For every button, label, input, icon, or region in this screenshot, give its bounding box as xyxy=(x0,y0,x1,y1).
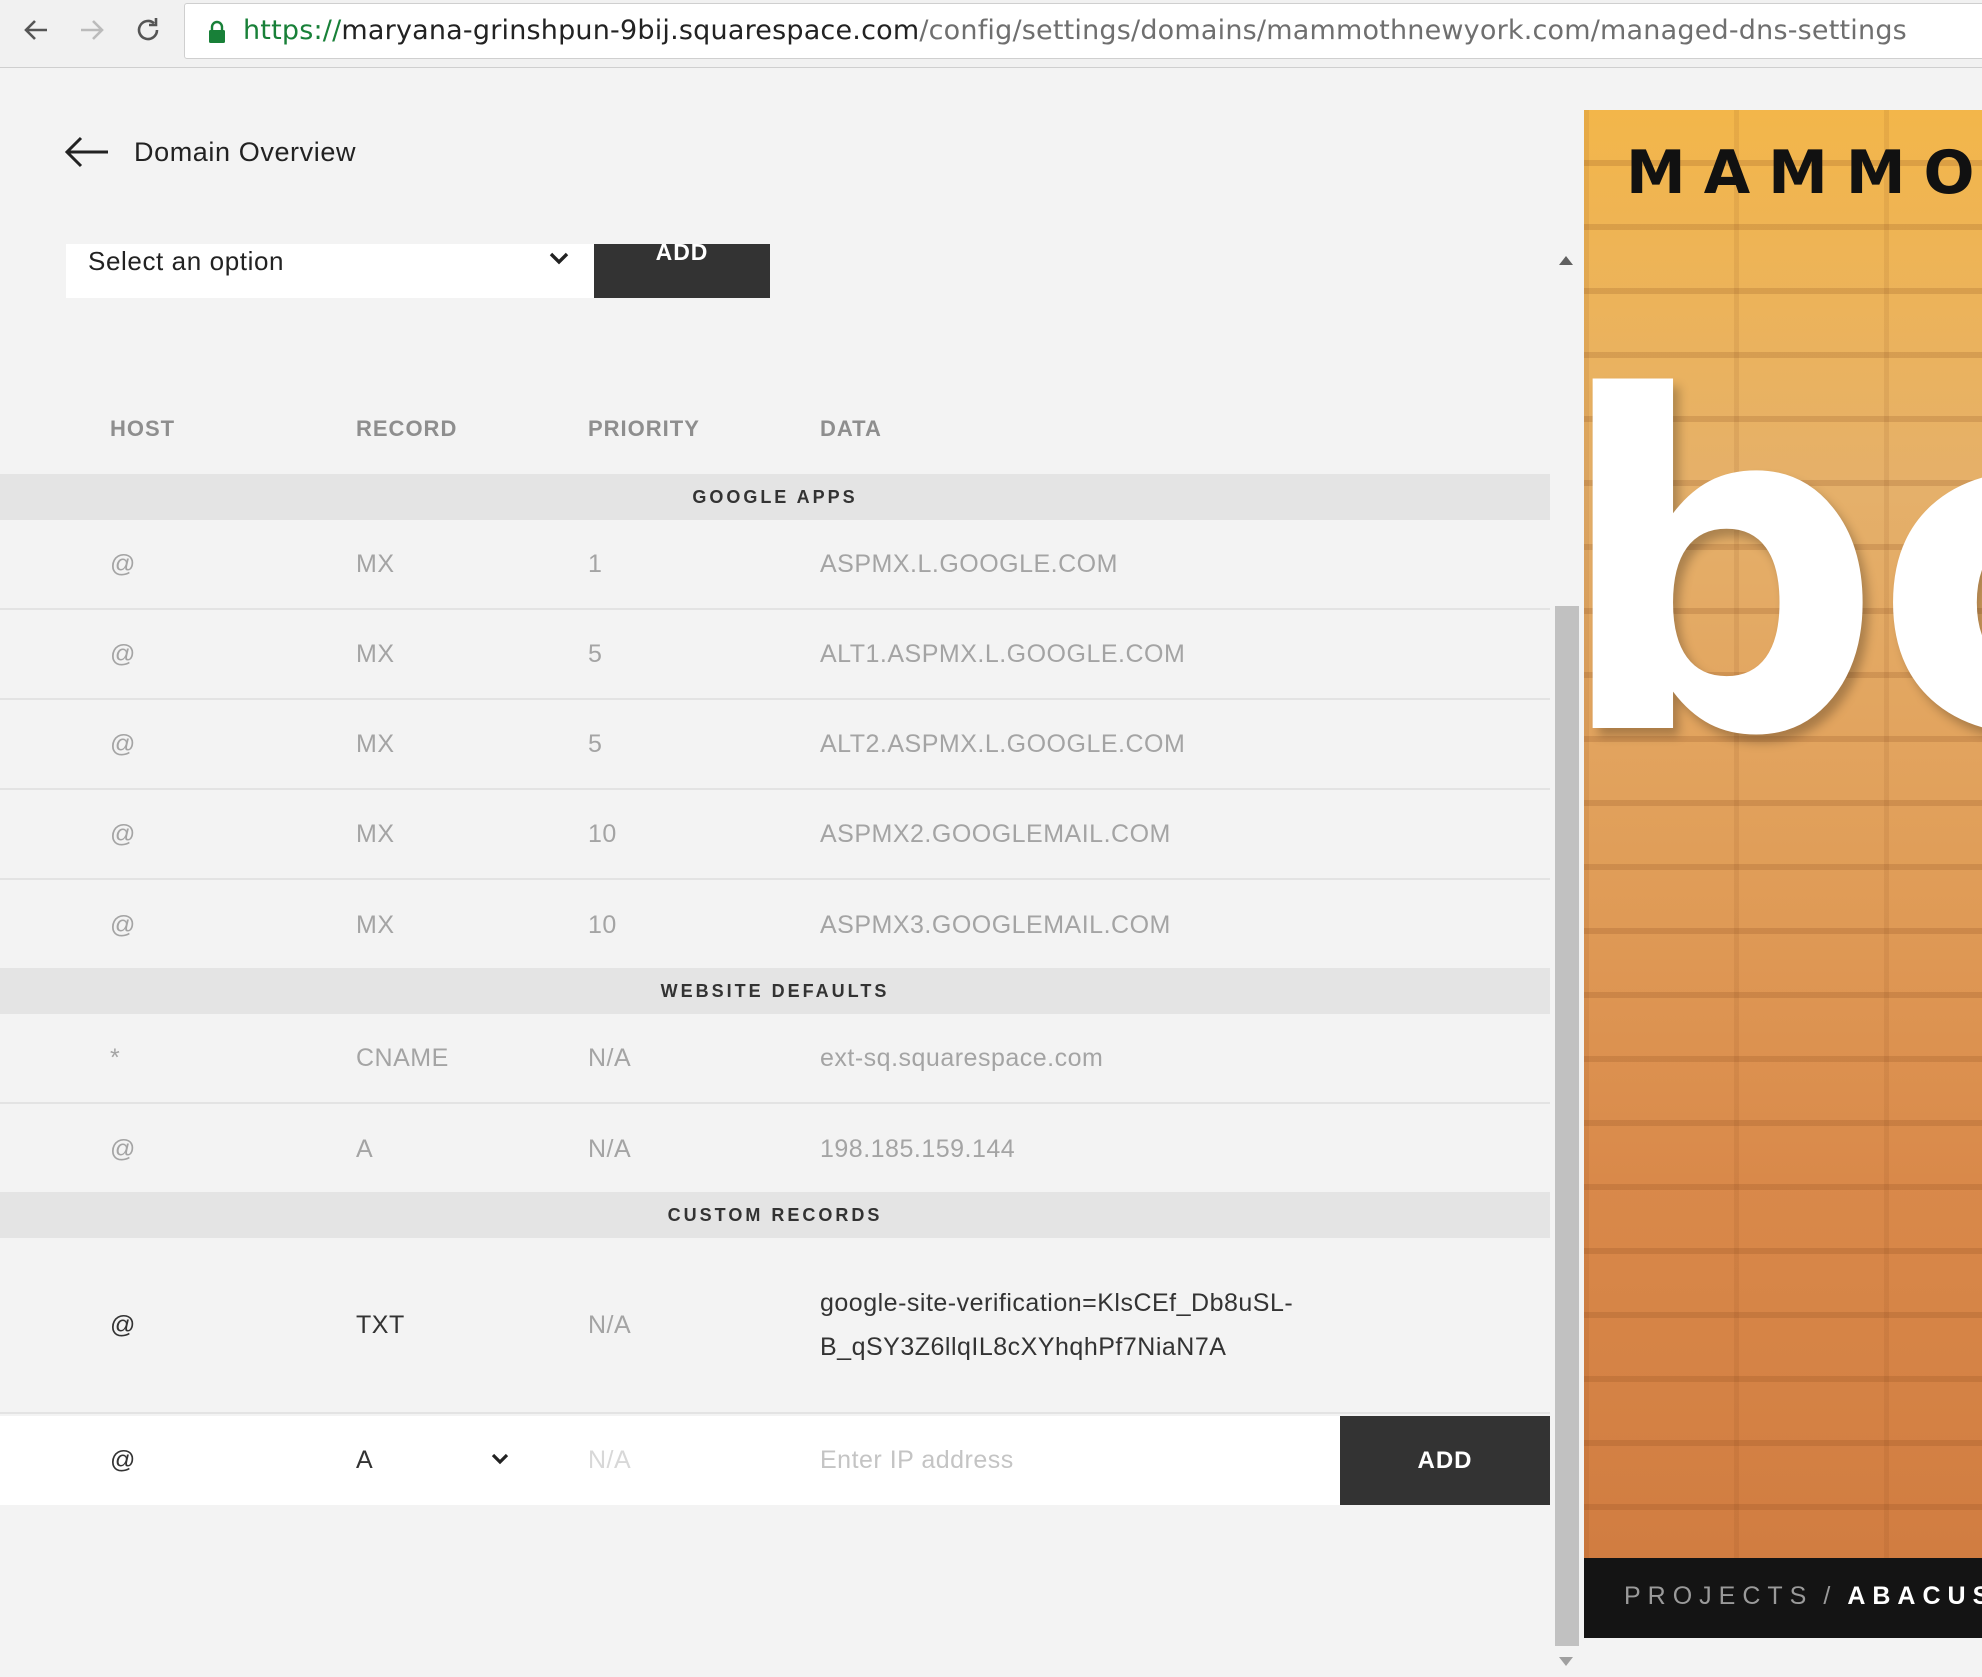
cell-data: ALT2.ASPMX.L.GOOGLE.COM xyxy=(820,729,1186,758)
domain-overview-link[interactable]: Domain Overview xyxy=(64,135,356,169)
cell-priority: 10 xyxy=(588,910,617,939)
cell-host: * xyxy=(110,1043,121,1072)
table-row[interactable]: @ A N/A 198.185.159.144 xyxy=(0,1104,1550,1194)
add-record-button[interactable]: ADD xyxy=(1340,1416,1550,1505)
breadcrumb-separator: / xyxy=(1823,1582,1838,1610)
cell-record: A xyxy=(356,1134,374,1163)
cell-priority: N/A xyxy=(588,1310,632,1339)
address-bar[interactable]: https://maryana-grinshpun-9bij.squarespa… xyxy=(184,3,1982,59)
cell-record: CNAME xyxy=(356,1043,449,1072)
cell-data: ALT1.ASPMX.L.GOOGLE.COM xyxy=(820,639,1186,668)
cell-host: @ xyxy=(110,729,136,758)
table-row[interactable]: * CNAME N/A ext-sq.squarespace.com xyxy=(0,1014,1550,1104)
browser-toolbar: https://maryana-grinshpun-9bij.squarespa… xyxy=(0,0,1982,68)
cell-record: MX xyxy=(356,819,395,848)
scroll-up-arrow-icon[interactable] xyxy=(1558,254,1574,266)
preset-select[interactable]: Select an option xyxy=(66,244,594,298)
section-google-apps: GOOGLE APPS xyxy=(0,474,1550,520)
cell-host: @ xyxy=(110,549,136,578)
arrow-left-icon xyxy=(64,136,108,168)
preview-breadcrumb: PROJECTS / ABACUS xyxy=(1624,1582,1982,1611)
cell-record: TXT xyxy=(356,1310,405,1339)
cell-host: @ xyxy=(110,1134,136,1163)
cell-record: MX xyxy=(356,910,395,939)
col-header-record: RECORD xyxy=(356,416,458,441)
cell-priority: 5 xyxy=(588,729,603,758)
section-website-defaults: WEBSITE DEFAULTS xyxy=(0,968,1550,1014)
url-text: https://maryana-grinshpun-9bij.squarespa… xyxy=(243,15,1907,46)
cell-priority: 1 xyxy=(588,549,603,578)
back-arrow-icon[interactable] xyxy=(14,8,58,52)
table-row[interactable]: @ MX 5 ALT1.ASPMX.L.GOOGLE.COM xyxy=(0,610,1550,700)
preset-select-value: Select an option xyxy=(88,246,285,276)
cell-host: @ xyxy=(110,1310,136,1339)
reload-icon[interactable] xyxy=(126,8,170,52)
site-logo-text: MAMMOT xyxy=(1626,138,1982,208)
sign-letters: bc xyxy=(1584,302,1982,837)
cell-host: @ xyxy=(110,639,136,668)
new-record-row: @ A N/A ADD xyxy=(0,1416,1550,1505)
ip-address-input[interactable] xyxy=(820,1434,1320,1486)
cell-data: ext-sq.squarespace.com xyxy=(820,1043,1104,1072)
new-record-priority: N/A xyxy=(588,1446,632,1474)
cell-priority: 10 xyxy=(588,819,617,848)
cell-priority: N/A xyxy=(588,1134,632,1163)
cell-host: @ xyxy=(110,819,136,848)
table-row[interactable]: @ MX 5 ALT2.ASPMX.L.GOOGLE.COM xyxy=(0,700,1550,790)
lock-icon xyxy=(209,20,225,43)
preset-add-button[interactable]: ADD xyxy=(594,241,770,298)
cell-data: google-site-verification=KlsCEf_Db8uSL-B… xyxy=(820,1289,1294,1361)
col-header-host: HOST xyxy=(110,416,176,441)
site-preview[interactable]: MAMMOT bc PROJECTS / ABACUS xyxy=(1584,110,1982,1638)
table-row[interactable]: @ MX 10 ASPMX2.GOOGLEMAIL.COM xyxy=(0,790,1550,880)
breadcrumb-projects[interactable]: PROJECTS xyxy=(1624,1582,1813,1610)
cell-record: MX xyxy=(356,639,395,668)
cell-data: ASPMX.L.GOOGLE.COM xyxy=(820,549,1118,578)
col-header-priority: PRIORITY xyxy=(588,416,700,441)
chevron-down-icon[interactable] xyxy=(490,1452,510,1466)
dns-settings-panel: Domain Overview Select an option ADD HOS… xyxy=(0,69,1550,1677)
new-record-host[interactable]: @ xyxy=(110,1416,136,1505)
section-custom-records: CUSTOM RECORDS xyxy=(0,1192,1550,1238)
breadcrumb-current: ABACUS xyxy=(1847,1582,1982,1610)
scroll-down-arrow-icon[interactable] xyxy=(1558,1656,1574,1668)
cell-priority: 5 xyxy=(588,639,603,668)
preview-footer: PROJECTS / ABACUS xyxy=(1584,1558,1982,1638)
cell-priority: N/A xyxy=(588,1043,632,1072)
scrollbar-thumb[interactable] xyxy=(1555,606,1579,1646)
cell-record: MX xyxy=(356,729,395,758)
cell-host: @ xyxy=(110,910,136,939)
cell-record: MX xyxy=(356,549,395,578)
back-label: Domain Overview xyxy=(134,136,357,167)
table-row[interactable]: @ TXT N/A google-site-verification=KlsCE… xyxy=(0,1238,1550,1414)
cell-data: 198.185.159.144 xyxy=(820,1134,1016,1163)
forward-arrow-icon[interactable] xyxy=(70,8,114,52)
cell-data: ASPMX2.GOOGLEMAIL.COM xyxy=(820,819,1171,848)
chevron-down-icon xyxy=(549,252,569,265)
table-row[interactable]: @ MX 1 ASPMX.L.GOOGLE.COM xyxy=(0,520,1550,610)
col-header-data: DATA xyxy=(820,416,882,441)
cell-data: ASPMX3.GOOGLEMAIL.COM xyxy=(820,910,1171,939)
record-type-select[interactable]: A xyxy=(356,1416,373,1505)
table-row[interactable]: @ MX 10 ASPMX3.GOOGLEMAIL.COM xyxy=(0,880,1550,970)
